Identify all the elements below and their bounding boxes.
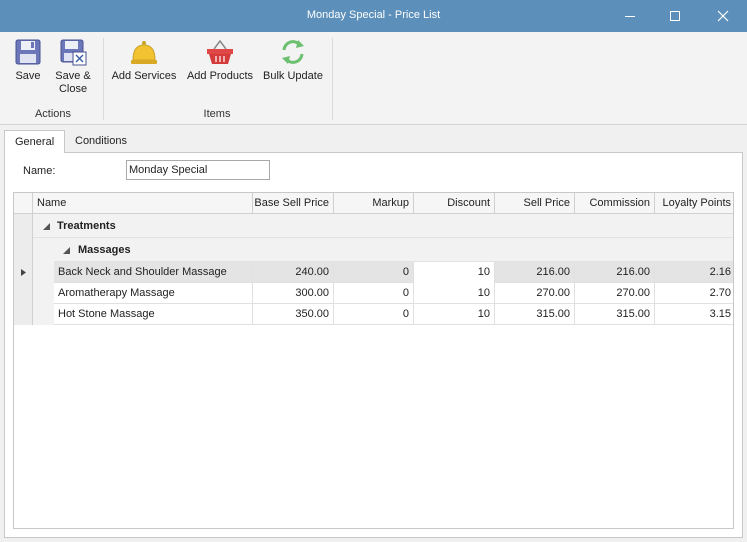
save-close-button[interactable]: Save & Close	[50, 38, 96, 96]
table-row[interactable]: Hot Stone Massage 350.00 0 10 315.00 315…	[54, 304, 733, 325]
header-discount[interactable]: Discount	[414, 193, 495, 214]
cell-loyalty-points[interactable]: 2.16	[655, 262, 733, 283]
cell-loyalty-points[interactable]: 2.70	[655, 283, 733, 304]
ribbon-toolbar: Save Save & Close Actions Add Services A…	[0, 32, 747, 125]
cell-markup[interactable]: 0	[334, 304, 414, 325]
header-loyalty-points[interactable]: Loyalty Points	[655, 193, 733, 214]
save-button[interactable]: Save	[8, 38, 48, 83]
group-label-actions: Actions	[34, 108, 72, 120]
row-indicator-column	[14, 214, 33, 325]
cell-sell-price[interactable]: 216.00	[495, 262, 575, 283]
current-row-arrow-icon	[21, 269, 26, 276]
group-label-treatments: Treatments	[57, 220, 116, 232]
cell-sell-price[interactable]: 270.00	[495, 283, 575, 304]
bulk-update-label: Bulk Update	[263, 70, 323, 82]
cell-name[interactable]: Aromatherapy Massage	[54, 283, 253, 304]
general-panel: Name: Name Base Sell Price Markup Discou…	[4, 152, 743, 538]
tab-strip: General Conditions	[0, 125, 747, 153]
table-row[interactable]: Back Neck and Shoulder Massage 240.00 0 …	[54, 262, 733, 283]
tab-general[interactable]: General	[4, 130, 65, 153]
cell-name[interactable]: Hot Stone Massage	[54, 304, 253, 325]
collapse-triangle-icon	[43, 223, 50, 230]
table-row[interactable]: Aromatherapy Massage 300.00 0 10 270.00 …	[54, 283, 733, 304]
header-base-sell-price[interactable]: Base Sell Price	[253, 193, 334, 214]
maximize-icon	[670, 11, 680, 21]
cell-base-sell-price[interactable]: 240.00	[253, 262, 334, 283]
save-close-label-line2: Close	[58, 83, 88, 95]
title-bar: Monday Special - Price List	[0, 0, 747, 32]
header-name[interactable]: Name	[33, 193, 253, 214]
grid-header: Name Base Sell Price Markup Discount Sel…	[14, 193, 733, 214]
maximize-button[interactable]	[652, 0, 698, 32]
header-sell-price[interactable]: Sell Price	[495, 193, 575, 214]
group-row-treatments[interactable]: Treatments	[33, 214, 733, 238]
floppy-disk-icon	[15, 39, 41, 65]
shopping-basket-icon	[207, 39, 233, 64]
cell-base-sell-price[interactable]: 350.00	[253, 304, 334, 325]
minimize-icon	[625, 16, 635, 17]
close-icon	[717, 10, 729, 22]
add-products-label: Add Products	[186, 70, 254, 82]
cell-discount[interactable]: 10	[414, 262, 495, 283]
add-products-button[interactable]: Add Products	[184, 38, 256, 83]
save-close-icon	[60, 39, 87, 66]
close-button[interactable]	[700, 0, 746, 32]
cell-commission[interactable]: 216.00	[575, 262, 655, 283]
cell-markup[interactable]: 0	[334, 283, 414, 304]
header-commission[interactable]: Commission	[575, 193, 655, 214]
header-markup[interactable]: Markup	[334, 193, 414, 214]
header-indicator	[14, 193, 33, 214]
tab-conditions[interactable]: Conditions	[65, 130, 137, 153]
refresh-icon	[282, 40, 304, 64]
price-grid: Name Base Sell Price Markup Discount Sel…	[13, 192, 734, 529]
cell-loyalty-points[interactable]: 3.15	[655, 304, 733, 325]
name-input[interactable]	[126, 160, 270, 180]
group-separator	[332, 38, 333, 120]
cell-sell-price[interactable]: 315.00	[495, 304, 575, 325]
group-label-massages: Massages	[78, 244, 131, 256]
group-row-massages[interactable]: Massages	[54, 238, 733, 262]
cell-commission[interactable]: 315.00	[575, 304, 655, 325]
save-close-label-line1: Save &	[55, 70, 91, 82]
group-indent	[33, 238, 54, 325]
cell-commission[interactable]: 270.00	[575, 283, 655, 304]
bulk-update-button[interactable]: Bulk Update	[260, 38, 326, 83]
add-services-button[interactable]: Add Services	[110, 38, 178, 83]
service-bell-icon	[131, 41, 157, 64]
cell-discount[interactable]: 10	[414, 304, 495, 325]
add-services-label: Add Services	[111, 70, 177, 82]
minimize-button[interactable]	[607, 0, 653, 32]
group-label-items: Items	[203, 108, 231, 120]
collapse-triangle-icon	[63, 247, 70, 254]
cell-markup[interactable]: 0	[334, 262, 414, 283]
cell-base-sell-price[interactable]: 300.00	[253, 283, 334, 304]
cell-name[interactable]: Back Neck and Shoulder Massage	[54, 262, 253, 283]
name-label: Name:	[23, 165, 56, 177]
cell-discount[interactable]: 10	[414, 283, 495, 304]
save-button-label: Save	[15, 70, 41, 82]
